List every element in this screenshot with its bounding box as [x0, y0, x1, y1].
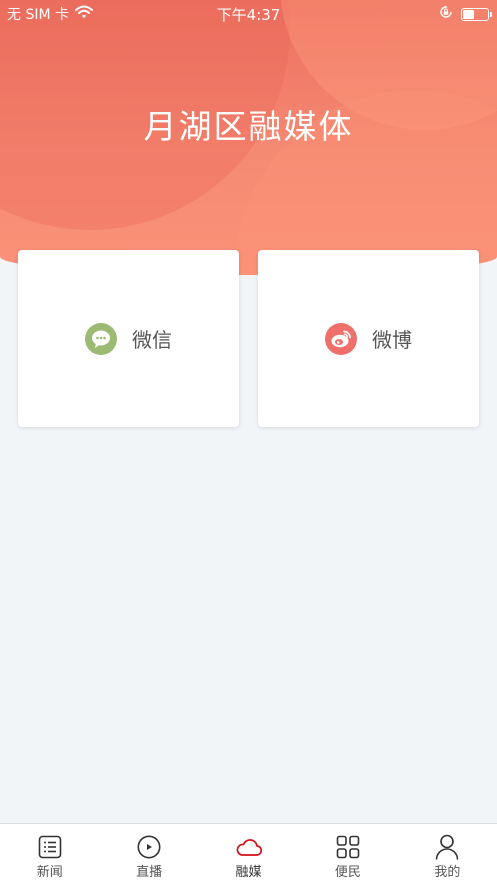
- screen: 无 SIM 卡 下午4:37 月湖区融媒体 微信 微博 新闻 直播 融媒 便民 …: [0, 0, 497, 883]
- tab-live-label: 直播: [136, 865, 163, 880]
- person-icon: [434, 834, 460, 860]
- weibo-icon: [325, 322, 357, 355]
- tab-me[interactable]: 我的: [398, 824, 497, 883]
- play-circle-icon: [136, 834, 162, 860]
- tab-me-label: 我的: [434, 865, 461, 880]
- weibo-label: 微博: [372, 328, 412, 352]
- weibo-card[interactable]: 微博: [258, 250, 479, 427]
- tab-services-label: 便民: [334, 865, 361, 880]
- status-time: 下午4:37: [216, 6, 281, 24]
- grid-icon: [335, 834, 361, 860]
- page-title: 月湖区融媒体: [143, 107, 354, 146]
- tab-news[interactable]: 新闻: [0, 824, 99, 883]
- battery-fill: [463, 9, 474, 19]
- wechat-icon: [85, 322, 117, 355]
- tab-media[interactable]: 融媒: [199, 824, 298, 883]
- cloud-icon: [236, 834, 262, 860]
- news-list-icon: [37, 834, 63, 860]
- rotation-lock-icon: [439, 5, 453, 23]
- social-cards: 微信 微博: [18, 250, 479, 427]
- status-right-group: [439, 5, 492, 23]
- tab-services[interactable]: 便民: [298, 824, 397, 883]
- wechat-card[interactable]: 微信: [18, 250, 239, 427]
- tab-live[interactable]: 直播: [99, 824, 198, 883]
- tab-news-label: 新闻: [36, 865, 63, 880]
- tab-media-label: 融媒: [235, 865, 262, 880]
- wechat-label: 微信: [132, 328, 172, 352]
- status-bar: 无 SIM 卡 下午4:37: [0, 0, 497, 26]
- bottom-tab-bar: 新闻 直播 融媒 便民 我的: [0, 823, 497, 883]
- battery-icon: [461, 7, 492, 21]
